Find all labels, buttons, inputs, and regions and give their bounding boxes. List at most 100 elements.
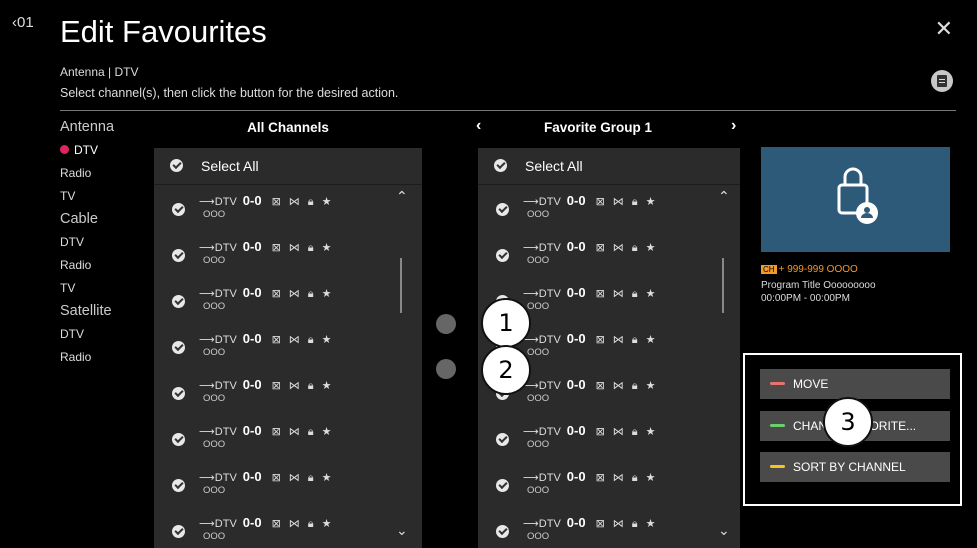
close-icon[interactable]: ✕ <box>935 16 953 42</box>
skip-icon: ⋈ <box>612 426 624 438</box>
blocked-icon: ⊠ <box>595 518 605 530</box>
channel-row[interactable]: ⟶DTV 0-0 ⊠ ⋈ 🔒︎ ★ OOO <box>154 507 422 548</box>
checkbox-icon[interactable] <box>172 525 185 538</box>
move-button[interactable]: MOVE <box>760 369 950 399</box>
channel-row[interactable]: ⟶DTV 0-0 ⊠ ⋈ 🔒︎ ★ OOO <box>154 323 422 369</box>
skip-icon: ⋈ <box>612 518 624 530</box>
sidebar-item-satellite-radio[interactable]: Radio <box>60 348 150 371</box>
channel-row[interactable]: ⟶DTV 0-0 ⊠ ⋈ 🔒︎ ★ OOO <box>478 461 740 507</box>
sidebar-item-antenna-tv[interactable]: TV <box>60 187 150 210</box>
favorite-star-icon: ★ <box>321 334 332 346</box>
channel-row[interactable]: ⟶DTV 0-0 ⊠ ⋈ 🔒︎ ★ OOO <box>154 185 422 231</box>
select-all-row[interactable]: Select All <box>478 148 740 185</box>
checkbox-icon[interactable] <box>172 249 185 262</box>
skip-icon: ⋈ <box>612 196 624 208</box>
program-title: Program Title Ooooooooo <box>761 280 876 291</box>
sidebar-item-antenna-dtv[interactable]: DTV <box>46 141 150 164</box>
channel-name: OOO <box>203 485 226 496</box>
sidebar-item-cable-dtv[interactable]: DTV <box>60 233 150 256</box>
sidebar-item-satellite-dtv[interactable]: DTV <box>60 325 150 348</box>
channel-type: DTV <box>538 242 561 254</box>
back-button[interactable]: ‹01 <box>12 14 34 31</box>
preview-channel-number: CH + 999-999 OOOO <box>761 264 858 275</box>
channel-row[interactable]: ⟶DTV 0-0 ⊠ ⋈ 🔒︎ ★ OOO <box>478 185 740 231</box>
lock-icon: 🔒︎ <box>307 380 314 392</box>
favorite-star-icon: ★ <box>645 472 656 484</box>
favorite-star-icon: ★ <box>321 242 332 254</box>
channel-row[interactable]: ⟶DTV 0-0 ⊠ ⋈ 🔒︎ ★ OOO <box>154 369 422 415</box>
skip-icon: ⋈ <box>612 288 624 300</box>
channel-name: OOO <box>527 439 550 450</box>
checkbox-icon[interactable] <box>172 387 185 400</box>
scroll-down-icon[interactable]: ⌄ <box>396 522 408 539</box>
scroll-down-icon[interactable]: ⌄ <box>718 522 730 539</box>
channel-row[interactable]: ⟶DTV 0-0 ⊠ ⋈ 🔒︎ ★ OOO <box>478 231 740 277</box>
sidebar-item-cable-tv[interactable]: TV <box>60 279 150 302</box>
channel-name: OOO <box>203 393 226 404</box>
channel-number: 0-0 <box>566 331 586 346</box>
lock-icon: 🔒︎ <box>631 334 638 346</box>
checkbox-icon[interactable] <box>172 295 185 308</box>
sidebar: Antenna DTV Radio TV Cable DTV Radio TV … <box>60 118 150 371</box>
favorite-star-icon: ★ <box>645 242 656 254</box>
sidebar-item-cable-radio[interactable]: Radio <box>60 256 150 279</box>
antenna-icon: ⟶ <box>199 518 215 530</box>
sort-by-channel-button[interactable]: SORT BY CHANNEL <box>760 452 950 482</box>
channel-row[interactable]: ⟶DTV 0-0 ⊠ ⋈ 🔒︎ ★ OOO <box>478 507 740 548</box>
lock-icon: 🔒︎ <box>307 472 314 484</box>
channel-number: 0-0 <box>242 239 262 254</box>
channel-name: OOO <box>527 393 550 404</box>
blocked-icon: ⊠ <box>271 196 281 208</box>
favorite-star-icon: ★ <box>645 518 656 530</box>
antenna-icon: ⟶ <box>199 472 215 484</box>
checkbox-icon[interactable] <box>172 341 185 354</box>
channel-name: OOO <box>203 347 226 358</box>
channel-row[interactable]: ⟶DTV 0-0 ⊠ ⋈ 🔒︎ ★ OOO <box>154 461 422 507</box>
all-channels-scrollbar[interactable] <box>400 258 402 313</box>
checkbox-icon[interactable] <box>496 479 509 492</box>
instruction-text: Select channel(s), then click the button… <box>60 86 399 100</box>
channel-type: DTV <box>214 242 237 254</box>
favorite-star-icon: ★ <box>321 472 332 484</box>
blocked-icon: ⊠ <box>271 380 281 392</box>
blocked-icon: ⊠ <box>595 334 605 346</box>
sidebar-item-antenna-radio[interactable]: Radio <box>60 164 150 187</box>
antenna-icon: ⟶ <box>523 472 539 484</box>
channel-preview <box>761 147 950 252</box>
remove-from-favorites-button[interactable] <box>436 359 456 379</box>
all-channels-list: Select All ⟶DTV 0-0 ⊠ ⋈ 🔒︎ ★ OOO ⟶DTV 0-0 ⊠ ⋈ 🔒︎ ★ OO… <box>154 148 422 548</box>
checkbox-icon[interactable] <box>496 203 509 216</box>
channel-number: 0-0 <box>566 469 586 484</box>
channel-row[interactable]: ⟶DTV 0-0 ⊠ ⋈ 🔒︎ ★ OOO <box>154 231 422 277</box>
callout-1: 1 <box>481 298 531 348</box>
checkbox-icon[interactable] <box>494 159 507 172</box>
favorite-group-scrollbar[interactable] <box>722 258 724 313</box>
lock-icon: 🔒︎ <box>631 242 638 254</box>
channel-row[interactable]: ⟶DTV 0-0 ⊠ ⋈ 🔒︎ ★ OOO <box>478 415 740 461</box>
guide-icon[interactable] <box>931 70 953 92</box>
channel-type: DTV <box>214 196 237 208</box>
yellow-key-icon <box>770 465 785 469</box>
select-all-row[interactable]: Select All <box>154 148 422 185</box>
blocked-icon: ⊠ <box>595 380 605 392</box>
checkbox-icon[interactable] <box>496 525 509 538</box>
next-group-button[interactable]: › <box>731 117 736 135</box>
checkbox-icon[interactable] <box>172 433 185 446</box>
channel-type: DTV <box>214 472 237 484</box>
add-to-favorites-button[interactable] <box>436 314 456 334</box>
channel-number: 0-0 <box>566 239 586 254</box>
scroll-up-icon[interactable]: ⌃ <box>396 188 408 205</box>
checkbox-icon[interactable] <box>496 433 509 446</box>
checkbox-icon[interactable] <box>496 249 509 262</box>
channel-type: DTV <box>538 472 561 484</box>
favorite-star-icon: ★ <box>645 288 656 300</box>
checkbox-icon[interactable] <box>172 203 185 216</box>
checkbox-icon[interactable] <box>172 479 185 492</box>
checkbox-icon[interactable] <box>170 159 183 172</box>
channel-type: DTV <box>538 518 561 530</box>
skip-icon: ⋈ <box>288 288 300 300</box>
channel-row[interactable]: ⟶DTV 0-0 ⊠ ⋈ 🔒︎ ★ OOO <box>154 415 422 461</box>
channel-row[interactable]: ⟶DTV 0-0 ⊠ ⋈ 🔒︎ ★ OOO <box>154 277 422 323</box>
all-channels-title: All Channels <box>247 120 329 135</box>
scroll-up-icon[interactable]: ⌃ <box>718 188 730 205</box>
